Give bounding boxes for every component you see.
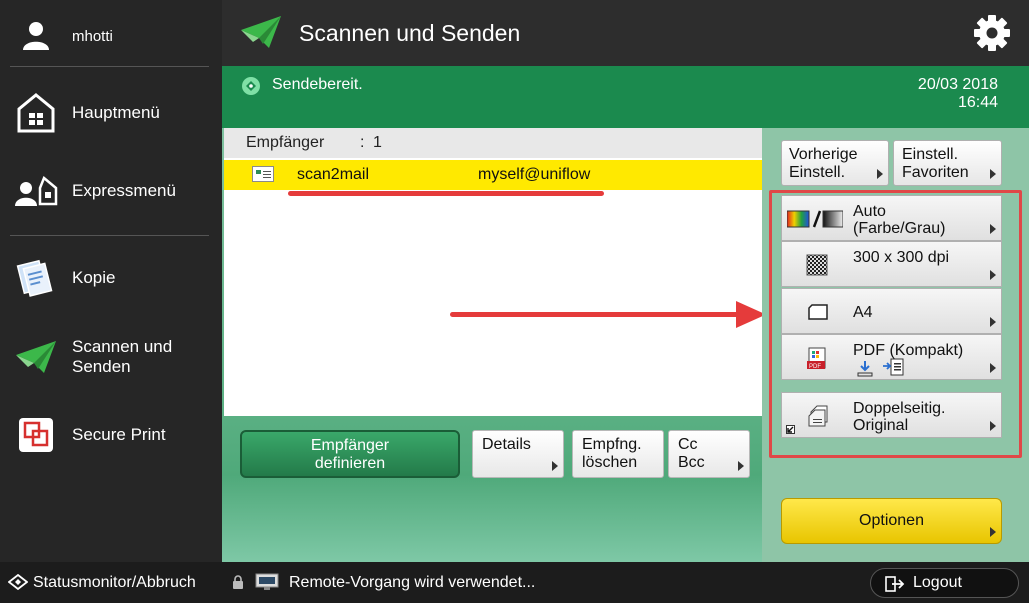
cc-bcc-label: Cc Bcc	[678, 436, 705, 471]
define-recipient-label: Empfänger definieren	[310, 437, 390, 472]
delete-recipient-label: Empfng. löschen	[582, 436, 642, 471]
footer: Statusmonitor/Abbruch Remote-Vorgang wir…	[0, 562, 1029, 603]
sidebar-divider	[10, 235, 209, 236]
time-text: 16:44	[957, 94, 998, 111]
footer-message: Remote-Vorgang wird verwendet...	[289, 574, 536, 591]
sidebar-item-label: Kopie	[72, 268, 116, 287]
lock-icon	[232, 575, 244, 589]
recipient-header-colon: :	[360, 134, 365, 151]
options-button[interactable]: Optionen	[781, 498, 1002, 544]
sidebar-divider	[10, 66, 209, 67]
recipient-count: 1	[373, 134, 382, 151]
chevron-right-icon	[738, 461, 744, 471]
list-item[interactable]: scan2mail myself@uniflow	[224, 160, 762, 190]
home-icon	[14, 91, 58, 135]
user-profile[interactable]: mhotti	[0, 14, 222, 58]
ready-status-icon	[242, 77, 260, 95]
page-title: Scannen und Senden	[299, 20, 521, 46]
scan-send-icon	[14, 335, 58, 379]
logout-button[interactable]: Logout	[870, 568, 1019, 598]
status-monitor-label: Statusmonitor/Abbruch	[33, 574, 196, 591]
annotation-underline	[288, 191, 604, 196]
logout-icon	[885, 576, 905, 597]
define-recipient-button[interactable]: Empfänger definieren	[240, 430, 460, 478]
sidebar-item-secure-print[interactable]: Secure Print	[0, 412, 222, 458]
settings-panel: Vorherige Einstell. Einstell. Favoriten …	[762, 128, 1029, 562]
chevron-right-icon	[552, 461, 558, 471]
status-bar: Sendebereit. 20/03 2018 16:44	[222, 66, 1029, 128]
app-header: Scannen und Senden	[222, 0, 1029, 66]
sidebar-item-expressmenu[interactable]: Expressmenü	[0, 166, 222, 216]
user-icon	[14, 14, 58, 58]
sidebar-item-hauptmenu[interactable]: Hauptmenü	[0, 88, 222, 138]
main-area: Empfänger : 1 scan2mail myself@uniflow E…	[222, 128, 762, 562]
remote-monitor-icon	[255, 573, 279, 591]
details-label: Details	[482, 436, 531, 453]
delete-recipient-button[interactable]: Empfng. löschen	[572, 430, 664, 478]
favorite-settings-button[interactable]: Einstell. Favoriten	[893, 140, 1002, 186]
scan-send-icon	[238, 12, 284, 57]
user-name: mhotti	[72, 28, 113, 45]
sidebar-item-kopie[interactable]: Kopie	[0, 252, 222, 304]
previous-settings-button[interactable]: Vorherige Einstell.	[781, 140, 889, 186]
sidebar-item-label: Expressmenü	[72, 181, 176, 200]
recipient-list: Empfänger : 1 scan2mail myself@uniflow	[224, 128, 762, 416]
sidebar-item-scannen-und-senden[interactable]: Scannen und Senden	[0, 330, 222, 384]
options-label: Optionen	[859, 512, 924, 529]
details-button[interactable]: Details	[472, 430, 564, 478]
annotation-highlight-box	[769, 190, 1022, 458]
sidebar-item-label: Hauptmenü	[72, 103, 160, 122]
copy-icon	[14, 256, 58, 300]
sidebar: mhotti Hauptmenü Expressmenü Kopie Scann…	[0, 0, 222, 562]
status-monitor-button[interactable]: Statusmonitor/Abbruch	[0, 562, 222, 603]
sidebar-item-label: Secure Print	[72, 425, 166, 444]
date-text: 20/03 2018	[917, 76, 998, 93]
recipient-name: scan2mail	[297, 166, 370, 183]
logout-label: Logout	[913, 574, 962, 591]
express-menu-icon	[14, 169, 58, 213]
address-card-icon	[252, 166, 274, 182]
secure-print-icon	[14, 413, 58, 457]
status-text: Sendebereit.	[272, 76, 363, 93]
recipient-address: myself@uniflow	[478, 166, 591, 183]
favorite-settings-label: Einstell. Favoriten	[902, 146, 969, 181]
cc-bcc-button[interactable]: Cc Bcc	[668, 430, 750, 478]
status-monitor-icon	[7, 573, 29, 595]
gear-icon[interactable]	[973, 14, 1011, 52]
annotation-arrow	[448, 297, 768, 336]
chevron-right-icon	[990, 527, 996, 537]
chevron-right-icon	[990, 169, 996, 179]
previous-settings-label: Vorherige Einstell.	[789, 146, 858, 181]
chevron-right-icon	[877, 169, 883, 179]
recipient-list-header: Empfänger : 1	[224, 128, 762, 158]
datetime: 20/03 2018 16:44	[918, 76, 998, 112]
sidebar-item-label: Scannen und Senden	[72, 337, 173, 376]
recipient-header-label: Empfänger	[246, 134, 325, 151]
